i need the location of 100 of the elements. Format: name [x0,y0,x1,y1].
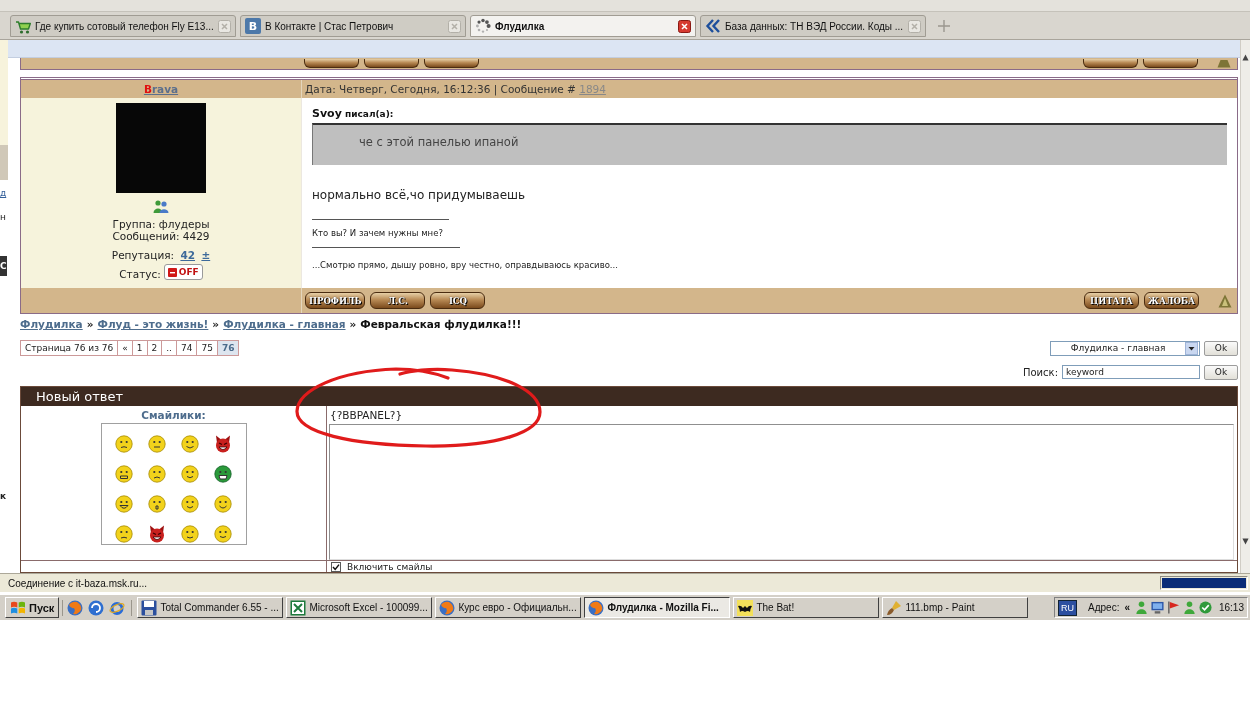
search-field[interactable]: keyword [1062,365,1200,379]
smiley-icon[interactable] [180,435,199,453]
message-text: нормально всё,чо придумываешь [312,188,527,202]
breadcrumb-link[interactable]: Флуд - это жизнь! [97,318,209,331]
globe-icon [588,599,605,616]
reputation-change-link[interactable]: ± [201,249,211,261]
smiley-icon[interactable] [114,465,133,483]
smiley-icon[interactable] [180,525,199,543]
smiley-icon[interactable] [114,495,133,513]
breadcrumb-separator: » [86,318,94,331]
posts-count: Сообщений: 4429 [112,230,210,242]
page-link[interactable]: « [117,341,132,355]
footer-button[interactable] [424,59,479,68]
toolbar-chevron[interactable]: « [1124,602,1130,613]
devil-icon[interactable] [147,525,166,543]
caret-icon [1185,341,1198,355]
breadcrumb-separator: » [349,318,357,331]
smiley-icon[interactable] [213,525,232,543]
cut-text: С [0,256,7,276]
quote-header: Svoy писал(а): [312,108,395,120]
letter-logo: В [245,18,261,34]
status-badge[interactable]: OFF [163,264,203,280]
smiley-icon[interactable] [180,495,199,513]
status-text: Соединение с it-baza.msk.ru... [8,577,148,589]
group-text: Группа: флудеры [112,218,210,230]
address-label: Адрес: [1088,602,1120,613]
monitor-icon[interactable] [1150,601,1164,614]
double-chevron-icon [705,18,721,34]
floppy-icon [141,599,158,616]
quote-block: че с этой панелью ипаной [312,123,1227,165]
bbpanel-text: {?BBPANEL?} [329,409,404,421]
smiley-icon[interactable] [147,495,166,513]
cut-text: н [0,212,6,223]
browser-tab[interactable]: Где купить сотовый телефон Fly E13... [10,15,236,37]
checkbox-label: Включить смайлы [347,561,433,572]
taskbar-button[interactable]: Курс евро - Официальн... [435,597,582,618]
forum-select[interactable]: Флудилка - главная [1050,340,1200,356]
page-link[interactable]: 76 [216,341,239,355]
clock: 16:13 [1218,602,1244,613]
page-link[interactable]: .. [161,341,176,355]
page-link[interactable]: 2 [146,341,162,355]
taskbar-button[interactable]: 111.bmp - Paint [882,597,1029,618]
footer-button[interactable] [304,59,359,68]
breadcrumb-current: Февральская флудилка!!! [360,318,522,331]
smiley-icon[interactable] [180,465,199,483]
message-field[interactable] [329,424,1234,560]
footer-button[interactable] [1083,59,1138,68]
footer-button[interactable] [1143,59,1198,68]
page-link[interactable]: 74 [176,341,197,355]
breadcrumb-separator: » [212,318,220,331]
breadcrumb-link[interactable]: Флудилка - главная [223,318,346,331]
taskbar-button[interactable]: Флудилка - Mozilla Fi... [584,597,731,618]
taskbar-button[interactable]: The Bat! [733,597,880,618]
reply-header: Новый ответ [21,387,1237,406]
ring-icon[interactable] [109,599,126,616]
spinner-icon [475,18,491,34]
side-panel-band [0,145,8,180]
checkbox[interactable] [331,561,341,572]
check-icon[interactable] [1198,601,1212,614]
basket-icon [15,18,31,34]
up-arrow-icon[interactable] [1242,54,1249,61]
down-arrow-icon[interactable] [1242,538,1249,545]
smiley-icon[interactable] [213,465,232,483]
brush-icon [886,599,903,616]
post-date: Дата: Четверг, Сегодня, 16:12:36 | Сообщение # 1894 [305,83,606,95]
square-icon [167,267,177,277]
refresh-icon[interactable] [88,599,105,616]
footer-button[interactable] [364,59,419,68]
browser-tab[interactable]: В В Контакте | Стас Петрович [240,15,466,37]
signature-text: ...Смотрю прямо, дышу ровно, вру честно, оправдываюсь красиво... [312,260,619,271]
browser-tab[interactable]: Флудилка [470,15,696,37]
scrollbar[interactable] [1240,40,1250,573]
smiley-icon[interactable] [114,525,133,543]
smiley-icon[interactable] [147,465,166,483]
smilies-label: Смайлики: [141,409,206,421]
smiley-icon[interactable] [213,495,232,513]
pennant-icon[interactable] [1166,601,1180,614]
cut-text: к [0,491,7,502]
language-indicator[interactable]: RU [1058,599,1077,616]
breadcrumb-link[interactable]: Флудилка [20,318,83,331]
start-button[interactable]: Пуск [5,597,60,618]
reputation-line: Репутация: 42 ± [111,249,211,261]
reputation-link[interactable]: 42 [180,249,196,261]
spreadsheet-icon [290,599,307,616]
devil-icon[interactable] [213,435,232,453]
ok-button[interactable]: Ok [1204,364,1238,380]
globe-icon[interactable] [67,599,84,616]
taskbar-button[interactable]: Microsoft Excel - 100099... [286,597,433,618]
close-icon[interactable] [678,19,691,33]
browser-tab[interactable]: База данных: ТН ВЭД России. Коды ... [700,15,926,37]
signature-text: Кто вы? И зачем нужны мне? [312,228,444,239]
status-label: Статус: [119,268,161,280]
page-link[interactable]: 75 [196,341,217,355]
users-icon[interactable] [153,200,169,213]
cut-link[interactable]: д [0,188,7,199]
page-count: Страница 76 из 76 [24,342,115,355]
globe-icon [439,599,456,616]
ok-button[interactable]: Ok [1204,340,1238,356]
page-link[interactable]: 1 [131,341,147,355]
taskbar-button[interactable]: Total Commander 6.55 - ... [137,597,284,618]
